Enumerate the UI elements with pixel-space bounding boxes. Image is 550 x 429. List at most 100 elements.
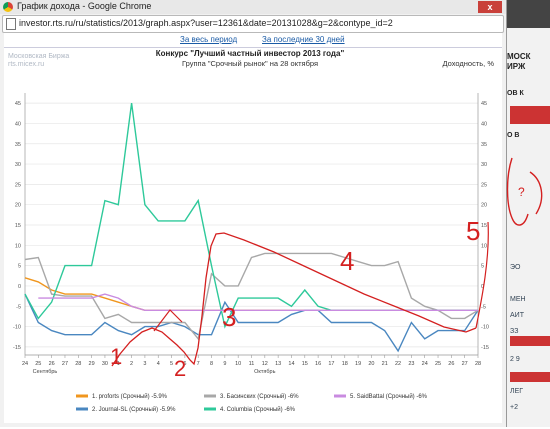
y-tick-label: 30: [15, 162, 21, 168]
background-text: ЗЗ: [510, 328, 519, 335]
chrome-logo-icon: [3, 2, 13, 12]
y-tick-label: 10: [15, 243, 21, 249]
background-text: ИРЖ: [507, 62, 526, 71]
watermark-text: Московская Биржа: [8, 53, 69, 60]
y-axis-label: Доходность, %: [442, 59, 494, 68]
x-tick-label: 8: [210, 361, 213, 367]
x-tick-label: 29: [89, 361, 95, 367]
series-line-2: [24, 293, 479, 353]
x-tick-label: 22: [395, 361, 401, 367]
x-tick-label: 25: [35, 361, 41, 367]
legend-label: 4. Columbia (Срочный) -6%: [220, 406, 296, 413]
period-switcher: За весь период За последние 30 дней: [4, 33, 502, 46]
y-tick-label-right: 25: [481, 182, 487, 188]
background-text: МОСК: [507, 52, 531, 61]
background-page-header: [505, 0, 550, 28]
x-tick-label: 3: [143, 361, 146, 367]
x-tick-label: 27: [462, 361, 468, 367]
x-tick-label: 7: [197, 361, 200, 367]
window-title: График дохода - Google Chrome: [17, 1, 152, 11]
y-tick-label: -5: [16, 304, 21, 310]
legend-label: 5. SaidBattal (Срочный) -6%: [350, 393, 428, 400]
x-tick-label: 28: [475, 361, 481, 367]
y-tick-label: 0: [18, 284, 21, 290]
return-chart: Московская Биржаrts.micex.ru Конкурс "Луч…: [8, 49, 494, 413]
annotation-label: 3: [222, 302, 236, 332]
background-text: +2: [510, 404, 518, 411]
x-tick-label: 4: [157, 361, 160, 367]
page-icon: [6, 18, 16, 30]
x-tick-label: 27: [62, 361, 68, 367]
legend-label: 2. Journal-SL (Срочный) -5.9%: [92, 406, 176, 413]
x-tick-label: 20: [368, 361, 374, 367]
background-text: АИТ: [510, 312, 524, 319]
legend-label: 3. Басинских (Срочный) -6%: [220, 393, 299, 400]
background-banner: [510, 372, 550, 382]
y-tick-label: -15: [13, 345, 21, 351]
popup-window: График дохода - Google Chrome x investor…: [0, 0, 507, 427]
background-banner: [510, 106, 550, 124]
x-tick-label: 30: [102, 361, 108, 367]
y-tick-label-right: 15: [481, 223, 487, 229]
x-tick-label: 18: [342, 361, 348, 367]
y-tick-label: 45: [15, 101, 21, 107]
y-tick-label-right: 45: [481, 101, 487, 107]
y-tick-label: 35: [15, 142, 21, 148]
url-text[interactable]: investor.rts.ru/ru/statistics/2013/graph…: [19, 18, 393, 28]
period-last30-link[interactable]: За последние 30 дней: [262, 35, 345, 44]
background-text: МЕН: [510, 296, 526, 303]
chart-subtitle: Группа "Срочный рынок" на 28 октября: [182, 59, 318, 68]
background-banner: [510, 336, 550, 346]
y-tick-label-right: 35: [481, 142, 487, 148]
x-tick-label: 23: [408, 361, 414, 367]
y-tick-label-right: 30: [481, 162, 487, 168]
title-bar[interactable]: График дохода - Google Chrome x: [0, 0, 506, 14]
period-all-link[interactable]: За весь период: [180, 35, 237, 44]
y-tick-label: 40: [15, 121, 21, 127]
y-tick-label: 15: [15, 223, 21, 229]
x-tick-label: 11: [249, 361, 255, 367]
x-tick-label: 9: [223, 361, 226, 367]
x-tick-label: 28: [75, 361, 81, 367]
x-tick-label: 16: [315, 361, 321, 367]
month-label: Октябрь: [254, 369, 275, 375]
x-tick-label: 17: [328, 361, 334, 367]
close-button[interactable]: x: [478, 1, 502, 13]
x-tick-label: 13: [275, 361, 281, 367]
x-tick-label: 24: [22, 361, 28, 367]
background-text: ЛЕГ: [510, 388, 524, 395]
x-tick-label: 21: [382, 361, 388, 367]
x-tick-label: 14: [288, 361, 294, 367]
watermark-text: rts.micex.ru: [8, 61, 44, 68]
annotation-label: 5: [466, 216, 480, 246]
legend-label: 1. proforts (Срочный) -5.9%: [92, 393, 168, 400]
x-tick-label: 26: [49, 361, 55, 367]
y-tick-label-right: 5: [481, 264, 484, 270]
x-tick-label: 5: [170, 361, 173, 367]
x-tick-label: 25: [435, 361, 441, 367]
annotation-label: 1: [110, 344, 122, 369]
y-tick-label: 5: [18, 264, 21, 270]
y-tick-label-right: 10: [481, 243, 487, 249]
y-tick-label: -10: [13, 325, 21, 331]
y-tick-label-right: -15: [481, 345, 489, 351]
y-tick-label-right: 20: [481, 203, 487, 209]
x-tick-label: 15: [302, 361, 308, 367]
x-tick-label: 10: [235, 361, 241, 367]
y-tick-label: 25: [15, 182, 21, 188]
x-tick-label: 26: [448, 361, 454, 367]
month-label: Сентябрь: [33, 369, 58, 375]
y-tick-label-right: 40: [481, 121, 487, 127]
x-tick-label: 12: [262, 361, 268, 367]
background-text: 2 9: [510, 356, 520, 363]
annotation-label: 2: [174, 356, 186, 381]
series-line-5: [38, 293, 478, 311]
background-text: ОВ К: [507, 90, 524, 97]
x-tick-label: 24: [422, 361, 428, 367]
annotation-curve: [153, 309, 183, 332]
x-tick-label: 2: [130, 361, 133, 367]
background-text: О В: [507, 132, 520, 139]
y-tick-label-right: -5: [481, 304, 486, 310]
address-bar[interactable]: investor.rts.ru/ru/statistics/2013/graph…: [2, 15, 504, 33]
y-tick-label-right: -10: [481, 325, 489, 331]
